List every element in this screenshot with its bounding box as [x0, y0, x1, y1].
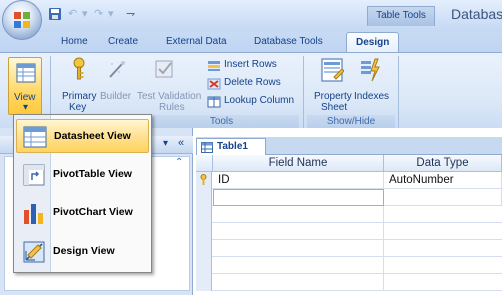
- row-selector[interactable]: [196, 206, 212, 223]
- office-button[interactable]: [2, 0, 42, 40]
- window-title: Databas: [451, 6, 502, 22]
- table-design-grid: Field Name Data Type ID AutoNumber: [196, 155, 502, 295]
- primary-key-icon: [200, 174, 207, 185]
- data-type-cell[interactable]: AutoNumber: [384, 172, 502, 189]
- table-row[interactable]: [196, 189, 502, 206]
- redo-icon[interactable]: ↷: [94, 7, 103, 20]
- data-type-header: Data Type: [384, 155, 502, 172]
- grid-corner: [196, 155, 213, 172]
- view-dropdown-menu: Datasheet View PivotTable View PivotChar…: [13, 114, 152, 273]
- row-selector[interactable]: [196, 257, 212, 274]
- primary-key-label-line1[interactable]: Primary: [62, 91, 96, 102]
- show-hide-group-caption: Show/Hide: [307, 115, 395, 128]
- table-row[interactable]: [196, 206, 502, 223]
- tab-external-data[interactable]: External Data: [166, 32, 227, 52]
- primary-key-label-line2[interactable]: Key: [69, 102, 86, 113]
- ribbon-tabs: Home Create External Data Database Tools…: [0, 32, 502, 53]
- table-icon: [201, 142, 213, 153]
- menu-item-datasheet-view[interactable]: Datasheet View: [16, 119, 149, 153]
- field-name-cell-active[interactable]: [213, 189, 384, 206]
- delete-rows-button[interactable]: Delete Rows: [224, 77, 281, 88]
- test-validation-icon: [155, 60, 173, 78]
- shutter-bar-close-icon[interactable]: «: [178, 137, 184, 149]
- customize-qat-icon[interactable]: ⇁: [126, 7, 135, 20]
- row-selector[interactable]: [196, 172, 212, 189]
- quick-access-toolbar: ↶ ▾ ↷ ▾ ⇁: [46, 5, 136, 25]
- row-selector[interactable]: [196, 189, 212, 206]
- menu-item-design-view[interactable]: Design View: [16, 235, 149, 269]
- table-row[interactable]: [196, 257, 502, 274]
- empty-cell[interactable]: [213, 223, 384, 240]
- menu-item-pivotchart-view[interactable]: PivotChart View: [16, 196, 149, 230]
- table-row[interactable]: [196, 223, 502, 240]
- delete-rows-icon: [207, 78, 221, 90]
- menu-item-label: PivotTable View: [53, 168, 132, 180]
- undo-dropdown-icon[interactable]: ▾: [82, 7, 88, 20]
- row-selector[interactable]: [196, 223, 212, 240]
- property-sheet-label-line2[interactable]: Sheet: [321, 102, 347, 113]
- pivottable-view-icon: [23, 164, 45, 186]
- builder-wand-icon: [109, 61, 125, 78]
- indexes-button[interactable]: Indexes: [354, 91, 389, 102]
- menu-item-pivottable-view[interactable]: PivotTable View: [16, 158, 149, 192]
- chevron-down-icon: ▾: [23, 102, 29, 113]
- empty-cell[interactable]: [213, 257, 384, 274]
- tab-design[interactable]: Design: [346, 32, 400, 53]
- insert-rows-button[interactable]: Insert Rows: [224, 59, 277, 70]
- test-validation-label: Test Validation: [137, 91, 202, 102]
- property-sheet-icon: [321, 58, 344, 82]
- redo-dropdown-icon[interactable]: ▾: [108, 7, 114, 20]
- table-tools-contextual-label: Table Tools: [367, 6, 435, 26]
- field-name-header: Field Name: [213, 155, 384, 172]
- tab-home[interactable]: Home: [61, 32, 88, 52]
- collapse-group-icon[interactable]: ⌃: [175, 157, 183, 168]
- datasheet-view-icon: [23, 126, 47, 148]
- property-sheet-label-line1[interactable]: Property: [314, 91, 352, 102]
- menu-item-label: Datasheet View: [54, 130, 131, 142]
- data-type-cell[interactable]: [384, 189, 502, 206]
- insert-rows-icon: [208, 61, 220, 71]
- empty-cell[interactable]: [213, 240, 384, 257]
- office-logo-icon: [14, 12, 30, 28]
- table-row[interactable]: ID AutoNumber: [196, 172, 502, 189]
- datasheet-icon: [16, 63, 36, 83]
- tab-table1[interactable]: Table1: [196, 138, 266, 156]
- lookup-column-button[interactable]: Lookup Column: [224, 95, 294, 106]
- menu-item-label: PivotChart View: [53, 206, 133, 218]
- indexes-icon: [361, 58, 380, 82]
- menu-item-label: Design View: [53, 245, 115, 257]
- empty-cell[interactable]: [213, 206, 384, 223]
- tools-group-caption: Tools: [144, 115, 299, 128]
- rules-label: Rules: [159, 102, 185, 113]
- field-name-cell[interactable]: ID: [213, 172, 384, 189]
- undo-icon[interactable]: ↶: [68, 7, 77, 20]
- pivotchart-view-icon: [24, 204, 43, 224]
- design-view-icon: [23, 241, 45, 263]
- table-row[interactable]: [196, 274, 502, 291]
- document-tab-strip: Table1: [196, 137, 502, 156]
- view-button[interactable]: View ▾: [8, 57, 42, 115]
- tab-table1-label: Table1: [217, 141, 248, 152]
- title-bar: ↶ ▾ ↷ ▾ ⇁ Table Tools Databas: [0, 0, 502, 40]
- row-selector[interactable]: [196, 274, 212, 291]
- tab-database-tools[interactable]: Database Tools: [254, 32, 323, 52]
- table-row[interactable]: [196, 240, 502, 257]
- empty-cell[interactable]: [213, 274, 384, 291]
- row-selector[interactable]: [196, 240, 212, 257]
- save-icon[interactable]: [48, 7, 62, 24]
- tab-create[interactable]: Create: [108, 32, 138, 52]
- key-icon[interactable]: [70, 57, 88, 81]
- nav-menu-chevron-icon[interactable]: ▾: [163, 138, 168, 149]
- builder-label: Builder: [100, 91, 132, 102]
- lookup-column-icon: [207, 96, 221, 108]
